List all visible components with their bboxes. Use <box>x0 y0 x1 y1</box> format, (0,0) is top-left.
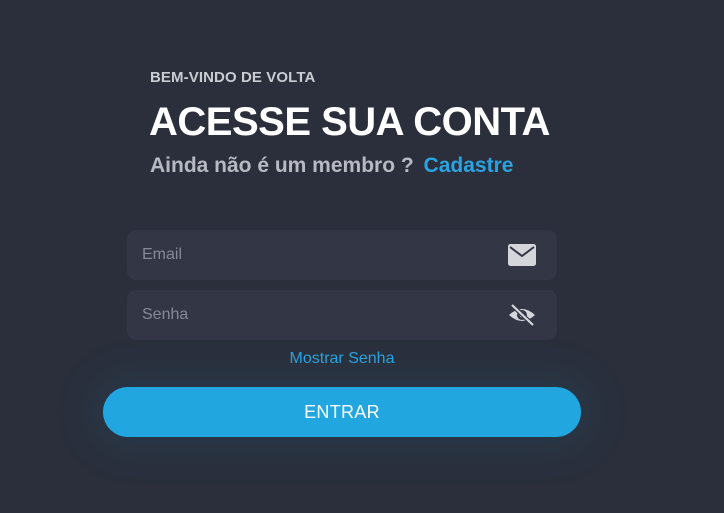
welcome-label: BEM-VINDO DE VOLTA <box>150 69 316 86</box>
signup-link[interactable]: Cadastre <box>424 154 514 177</box>
page-title: ACESSE SUA CONTA <box>149 100 550 144</box>
login-page: BEM-VINDO DE VOLTA ACESSE SUA CONTA Aind… <box>0 0 724 513</box>
signup-prompt-text: Ainda não é um membro ? <box>150 154 414 177</box>
envelope-icon <box>507 242 537 268</box>
eye-slash-icon[interactable] <box>507 302 537 328</box>
show-password-link[interactable]: Mostrar Senha <box>0 350 684 368</box>
signup-prompt: Ainda não é um membro ? Cadastre <box>150 154 513 178</box>
email-input[interactable] <box>127 230 557 280</box>
password-input[interactable] <box>127 290 557 340</box>
login-button[interactable]: ENTRAR <box>103 387 581 437</box>
password-field-container <box>127 290 557 340</box>
email-field-container <box>127 230 557 280</box>
